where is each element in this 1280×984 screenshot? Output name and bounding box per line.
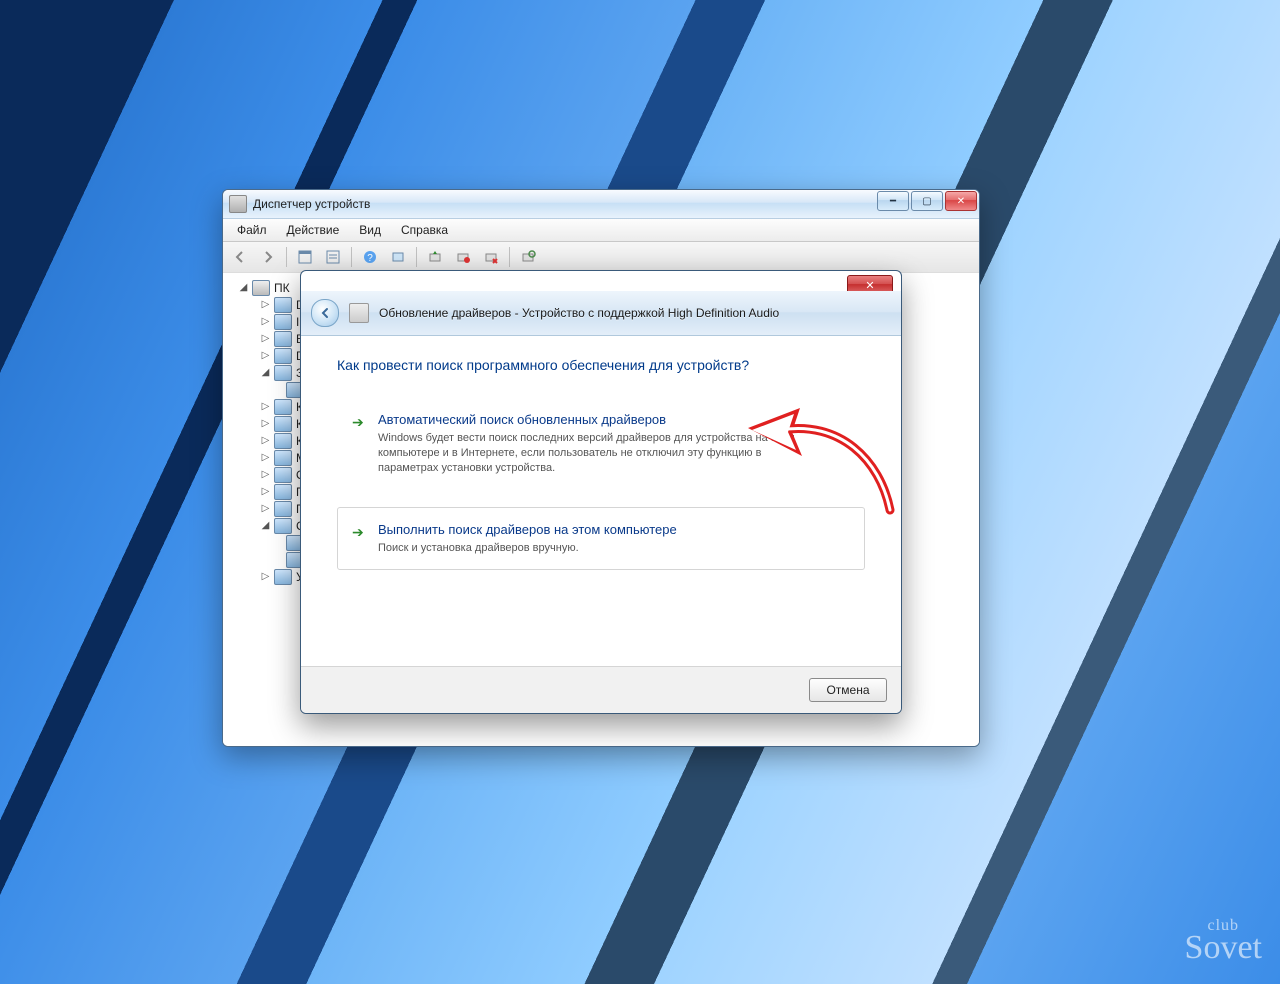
dialog-heading: Как провести поиск программного обеспече… xyxy=(337,357,865,373)
option-auto-desc: Windows будет вести поиск последних верс… xyxy=(378,431,798,476)
option-auto-search[interactable]: ➔ Автоматический поиск обновленных драйв… xyxy=(337,397,865,491)
watermark-big: Sovet xyxy=(1185,933,1262,964)
option-browse-title: Выполнить поиск драйверов на этом компью… xyxy=(378,522,848,537)
device-category-icon xyxy=(274,484,292,500)
arrow-icon: ➔ xyxy=(352,414,364,431)
scan-hardware-icon[interactable] xyxy=(515,244,541,270)
close-button[interactable]: ✕ xyxy=(945,191,977,211)
properties-icon[interactable] xyxy=(320,244,346,270)
disable-device-icon[interactable] xyxy=(450,244,476,270)
device-category-icon xyxy=(274,518,292,534)
dialog-footer: Отмена xyxy=(301,666,901,713)
menu-view[interactable]: Вид xyxy=(349,221,391,239)
update-driver-icon[interactable] xyxy=(422,244,448,270)
svg-text:?: ? xyxy=(367,253,373,264)
watermark: club Sovet xyxy=(1185,919,1262,964)
menu-help[interactable]: Справка xyxy=(391,221,458,239)
maximize-button[interactable]: ▢ xyxy=(911,191,943,211)
dialog-title: Обновление драйверов - Устройство с подд… xyxy=(379,306,779,320)
option-auto-title: Автоматический поиск обновленных драйвер… xyxy=(378,412,848,427)
computer-icon xyxy=(252,280,270,296)
dialog-body: Как провести поиск программного обеспече… xyxy=(301,335,901,667)
toolbar-separator xyxy=(351,247,352,267)
window-buttons: ━ ▢ ✕ xyxy=(877,191,977,211)
desktop-background: Диспетчер устройств ━ ▢ ✕ Файл Действие … xyxy=(0,0,1280,984)
device-category-icon xyxy=(274,314,292,330)
toolbar-separator xyxy=(286,247,287,267)
nav-forward-icon[interactable] xyxy=(255,244,281,270)
option-browse-computer[interactable]: ➔ Выполнить поиск драйверов на этом комп… xyxy=(337,507,865,571)
help-icon[interactable]: ? xyxy=(357,244,383,270)
device-category-icon xyxy=(274,450,292,466)
nav-back-icon[interactable] xyxy=(227,244,253,270)
menu-action[interactable]: Действие xyxy=(277,221,350,239)
watermark-small: club xyxy=(1185,919,1262,933)
device-category-icon xyxy=(274,331,292,347)
arrow-icon: ➔ xyxy=(352,524,364,541)
dialog-header: Обновление драйверов - Устройство с подд… xyxy=(301,291,901,336)
devmgr-title: Диспетчер устройств xyxy=(253,197,370,211)
device-category-icon xyxy=(274,501,292,517)
device-icon xyxy=(349,303,369,323)
back-icon[interactable] xyxy=(311,299,339,327)
option-browse-desc: Поиск и установка драйверов вручную. xyxy=(378,541,798,556)
toolbar: ? xyxy=(223,242,979,273)
device-category-icon xyxy=(274,297,292,313)
device-category-icon xyxy=(274,569,292,585)
devmgr-icon xyxy=(229,195,247,213)
show-hidden-icon[interactable] xyxy=(292,244,318,270)
toolbar-separator xyxy=(509,247,510,267)
scan-icon[interactable] xyxy=(385,244,411,270)
device-category-icon xyxy=(274,433,292,449)
device-category-icon xyxy=(274,416,292,432)
device-category-icon xyxy=(274,467,292,483)
menu-file[interactable]: Файл xyxy=(227,221,277,239)
cancel-button[interactable]: Отмена xyxy=(809,678,887,702)
device-category-icon xyxy=(274,399,292,415)
device-category-icon xyxy=(274,365,292,381)
minimize-button[interactable]: ━ xyxy=(877,191,909,211)
device-category-icon xyxy=(274,348,292,364)
devmgr-titlebar: Диспетчер устройств ━ ▢ ✕ xyxy=(223,190,979,219)
uninstall-device-icon[interactable] xyxy=(478,244,504,270)
update-driver-dialog: ✕ Обновление драйверов - Устройство с по… xyxy=(300,270,902,714)
toolbar-separator xyxy=(416,247,417,267)
menubar: Файл Действие Вид Справка xyxy=(223,219,979,242)
tree-root-label: ПК xyxy=(274,281,290,295)
